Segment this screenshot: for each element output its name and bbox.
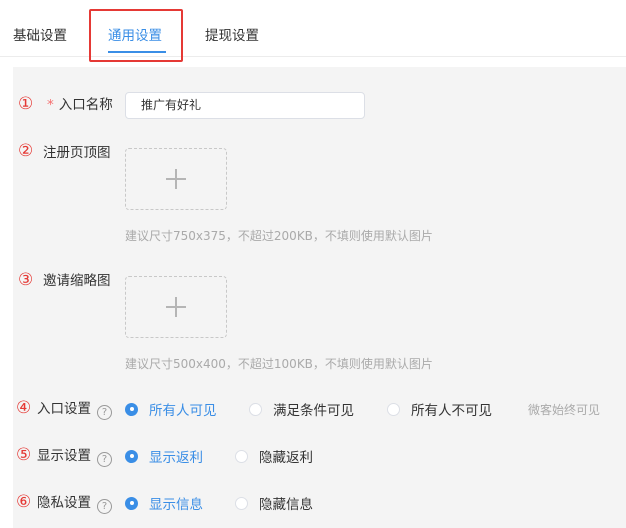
entry-setting-label: 入口设置? xyxy=(37,399,112,420)
radio-unchecked-icon xyxy=(249,402,262,416)
register-image-hint: 建议尺寸750x375，不超过200KB，不填则使用默认图片 xyxy=(125,229,433,243)
tab-basic-settings[interactable]: 基础设置 xyxy=(13,24,67,44)
register-image-upload[interactable] xyxy=(125,148,227,210)
radio-label: 所有人不可见 xyxy=(411,403,492,419)
radio-unchecked-icon xyxy=(235,496,248,510)
radio-checked-icon xyxy=(125,449,138,463)
privacy-option-hide-info[interactable]: 隐藏信息 xyxy=(235,493,313,513)
radio-label: 显示返利 xyxy=(149,450,203,466)
annotation-marker-4: ④ xyxy=(16,398,32,418)
entry-option-everyone[interactable]: 所有人可见 xyxy=(125,399,217,419)
tab-withdraw-settings[interactable]: 提现设置 xyxy=(205,24,259,44)
entry-setting-note: 微客始终可见 xyxy=(528,403,601,417)
annotation-marker-2: ② xyxy=(18,141,34,161)
entry-option-conditional[interactable]: 满足条件可见 xyxy=(249,399,354,419)
privacy-setting-label-text: 隐私设置 xyxy=(37,495,91,511)
radio-label: 满足条件可见 xyxy=(273,403,354,419)
required-mark: * xyxy=(47,97,54,113)
entry-setting-label-text: 入口设置 xyxy=(37,401,91,417)
entry-name-label: * 入口名称 xyxy=(47,95,113,115)
help-icon[interactable]: ? xyxy=(97,405,112,420)
entry-option-nobody[interactable]: 所有人不可见 xyxy=(387,399,492,419)
annotation-highlight-box xyxy=(89,9,183,62)
help-icon[interactable]: ? xyxy=(97,452,112,467)
radio-checked-icon xyxy=(125,496,138,510)
invite-thumb-upload[interactable] xyxy=(125,276,227,338)
annotation-marker-1: ① xyxy=(18,94,34,114)
radio-label: 所有人可见 xyxy=(149,403,217,419)
plus-icon xyxy=(166,297,186,317)
tab-bar: 基础设置 通用设置 提现设置 xyxy=(0,0,626,62)
display-setting-label: 显示设置? xyxy=(37,446,112,467)
radio-label: 显示信息 xyxy=(149,497,203,513)
annotation-marker-5: ⑤ xyxy=(16,445,32,465)
help-icon[interactable]: ? xyxy=(97,499,112,514)
entry-name-input[interactable]: 推广有好礼 xyxy=(125,92,365,119)
radio-unchecked-icon xyxy=(387,402,400,416)
plus-icon xyxy=(166,169,186,189)
privacy-setting-label: 隐私设置? xyxy=(37,493,112,514)
privacy-option-show-info[interactable]: 显示信息 xyxy=(125,493,203,513)
radio-label: 隐藏信息 xyxy=(259,497,313,513)
invite-thumb-hint: 建议尺寸500x400，不超过100KB，不填则使用默认图片 xyxy=(125,357,433,371)
display-option-show-rebate[interactable]: 显示返利 xyxy=(125,446,203,466)
entry-name-label-text: 入口名称 xyxy=(58,97,113,113)
display-option-hide-rebate[interactable]: 隐藏返利 xyxy=(235,446,313,466)
annotation-marker-6: ⑥ xyxy=(16,492,32,512)
annotation-marker-3: ③ xyxy=(18,270,34,290)
display-setting-label-text: 显示设置 xyxy=(37,448,91,464)
radio-checked-icon xyxy=(125,402,138,416)
register-image-label: 注册页顶图 xyxy=(43,145,111,161)
invite-thumb-label: 邀请缩略图 xyxy=(43,273,111,289)
radio-unchecked-icon xyxy=(235,449,248,463)
radio-label: 隐藏返利 xyxy=(259,450,313,466)
